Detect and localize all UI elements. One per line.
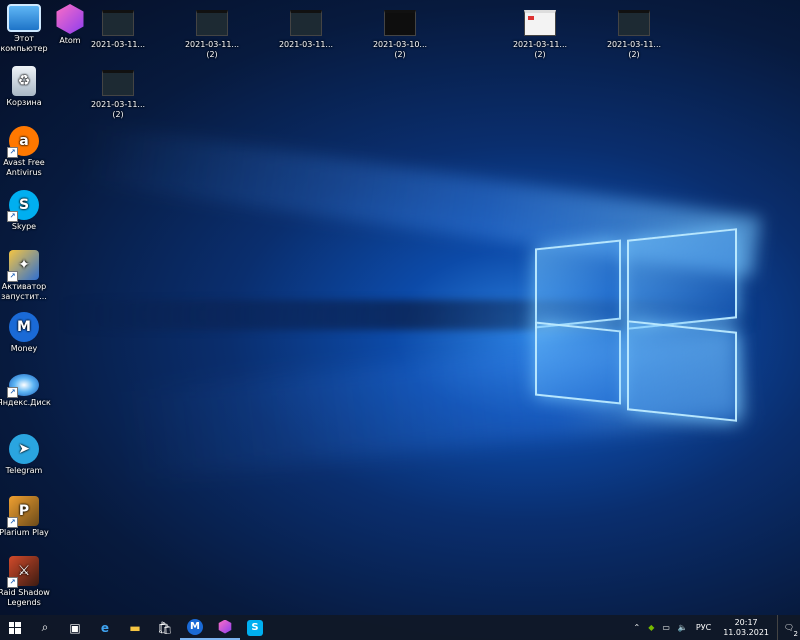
atom-icon (218, 619, 232, 634)
raid-icon: ⚔ ↗ (7, 556, 39, 588)
start-button[interactable] (0, 615, 30, 640)
search-icon: ⌕ (41, 620, 49, 634)
language-indicator[interactable]: РУС (692, 623, 715, 632)
screenshot-thumbnail-icon (102, 70, 134, 96)
windows-logo (535, 222, 737, 422)
telegram-icon: ➤ (9, 434, 39, 464)
desktop-icon-raid[interactable]: ⚔ ↗ Raid Shadow Legends (0, 556, 52, 608)
clock-time: 20:17 (734, 617, 758, 627)
edge-icon: e (100, 620, 110, 635)
chevron-up-icon[interactable]: ⌃ (630, 623, 645, 632)
skype-icon: S (247, 619, 263, 636)
file-screenshot[interactable]: 2021-03-11... (276, 10, 336, 50)
desktop-icon-activator[interactable]: ✦ ↗ Активатор запустит... (0, 250, 52, 302)
avast-icon: a ↗ (7, 126, 39, 158)
screenshot-thumbnail-icon (384, 10, 416, 36)
volume-icon[interactable]: 🔈 (674, 623, 692, 632)
network-icon[interactable]: ▭ (658, 623, 674, 632)
screenshot-thumbnail-icon (524, 10, 556, 36)
money-icon: M (187, 618, 203, 635)
file-screenshot[interactable]: 2021-03-11... (2) (510, 10, 570, 60)
desktop-icon-recycle-bin[interactable]: ♻ Корзина (0, 66, 52, 108)
taskbar-file-explorer[interactable]: ▬ (120, 615, 150, 640)
yandex-disk-icon: ↗ (7, 374, 39, 398)
recycle-bin-icon: ♻ (12, 66, 36, 96)
clock-date: 11.03.2021 (723, 627, 769, 637)
file-screenshot[interactable]: 2021-03-11... (2) (604, 10, 664, 60)
file-screenshot[interactable]: 2021-03-11... (2) (182, 10, 242, 60)
task-view-button[interactable]: ▣ (60, 615, 90, 640)
desktop-icon-skype[interactable]: S ↗ Skype (0, 190, 52, 232)
desktop-icon-avast[interactable]: a ↗ Avast Free Antivirus (0, 126, 52, 178)
taskbar: ⌕ ▣ e ▬ 🛍 M S ⌃ ◆ ▭ 🔈 РУС 20:17 11.03.20… (0, 615, 800, 640)
money-icon: M (9, 312, 39, 342)
taskbar-atom[interactable] (210, 615, 240, 640)
atom-icon (56, 4, 84, 34)
taskbar-skype[interactable]: S (240, 615, 270, 640)
taskbar-store[interactable]: 🛍 (150, 615, 180, 640)
taskbar-edge[interactable]: e (90, 615, 120, 640)
nvidia-icon[interactable]: ◆ (644, 623, 658, 632)
computer-icon (7, 4, 41, 32)
task-view-icon: ▣ (69, 620, 81, 635)
desktop-icon-plarium[interactable]: P ↗ Plarium Play (0, 496, 52, 538)
screenshot-thumbnail-icon (196, 10, 228, 36)
file-screenshot[interactable]: 2021-03-10... (2) (370, 10, 430, 60)
screenshot-thumbnail-icon (618, 10, 650, 36)
skype-icon: S ↗ (7, 190, 39, 222)
taskbar-money[interactable]: M (180, 615, 210, 640)
screenshot-thumbnail-icon (290, 10, 322, 36)
notification-count: 2 (793, 630, 798, 638)
desktop-icon-yandex-disk[interactable]: ↗ Яндекс.Диск (0, 374, 52, 408)
desktop-icon-money[interactable]: M Money (0, 312, 52, 354)
file-screenshot[interactable]: 2021-03-11... (88, 10, 148, 50)
system-tray: ⌃ ◆ ▭ 🔈 РУС 20:17 11.03.2021 🗨 2 (630, 615, 800, 640)
screenshot-thumbnail-icon (102, 10, 134, 36)
store-icon: 🛍 (157, 620, 173, 635)
notification-center-button[interactable]: 🗨 2 (777, 615, 800, 640)
windows-start-icon (9, 621, 21, 634)
search-button[interactable]: ⌕ (30, 615, 60, 640)
desktop-icon-telegram[interactable]: ➤ Telegram (0, 434, 52, 476)
clock[interactable]: 20:17 11.03.2021 (715, 618, 777, 638)
activator-icon: ✦ ↗ (7, 250, 39, 282)
folder-icon: ▬ (129, 620, 141, 635)
plarium-icon: P ↗ (7, 496, 39, 528)
file-screenshot[interactable]: 2021-03-11... (2) (88, 70, 148, 120)
